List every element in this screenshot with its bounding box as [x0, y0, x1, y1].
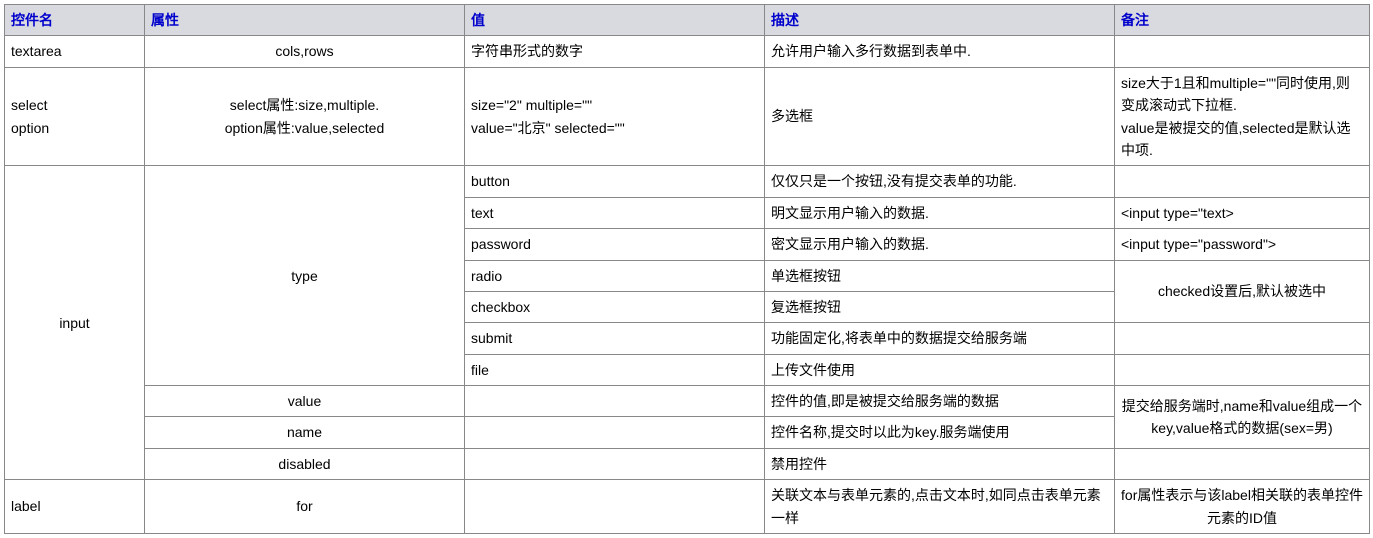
cell-desc: 控件的值,即是被提交给服务端的数据 — [765, 386, 1115, 417]
cell-desc: 明文显示用户输入的数据. — [765, 197, 1115, 228]
cell-note: 提交给服务端时,name和value组成一个key,value格式的数据(sex… — [1115, 386, 1370, 449]
table-row: select option select属性:size,multiple. op… — [5, 67, 1370, 166]
cell-value — [465, 448, 765, 479]
cell-note — [1115, 166, 1370, 197]
cell-attr: disabled — [145, 448, 465, 479]
cell-name: select option — [5, 67, 145, 166]
cell-value — [465, 480, 765, 534]
cell-attr: type — [145, 166, 465, 386]
cell-attr: value — [145, 386, 465, 417]
cell-note: checked设置后,默认被选中 — [1115, 260, 1370, 323]
cell-name: textarea — [5, 36, 145, 67]
table-row: disabled 禁用控件 — [5, 448, 1370, 479]
cell-note — [1115, 36, 1370, 67]
header-name: 控件名 — [5, 5, 145, 36]
cell-desc: 单选框按钮 — [765, 260, 1115, 291]
cell-value: button — [465, 166, 765, 197]
cell-value: password — [465, 229, 765, 260]
cell-desc: 密文显示用户输入的数据. — [765, 229, 1115, 260]
cell-note: size大于1且和multiple=""同时使用,则变成滚动式下拉框. valu… — [1115, 67, 1370, 166]
header-desc: 描述 — [765, 5, 1115, 36]
cell-attr: for — [145, 480, 465, 534]
cell-note — [1115, 354, 1370, 385]
cell-desc: 禁用控件 — [765, 448, 1115, 479]
cell-name: input — [5, 166, 145, 480]
cell-desc: 仅仅只是一个按钮,没有提交表单的功能. — [765, 166, 1115, 197]
cell-value: size="2" multiple="" value="北京" selected… — [465, 67, 765, 166]
cell-value: 字符串形式的数字 — [465, 36, 765, 67]
cell-desc: 关联文本与表单元素的,点击文本时,如同点击表单元素一样 — [765, 480, 1115, 534]
table-row: value 控件的值,即是被提交给服务端的数据 提交给服务端时,name和val… — [5, 386, 1370, 417]
cell-value: radio — [465, 260, 765, 291]
cell-desc: 允许用户输入多行数据到表单中. — [765, 36, 1115, 67]
header-value: 值 — [465, 5, 765, 36]
header-attr: 属性 — [145, 5, 465, 36]
value-line: value="北京" selected="" — [471, 117, 758, 139]
cell-desc: 上传文件使用 — [765, 354, 1115, 385]
cell-desc: 多选框 — [765, 67, 1115, 166]
cell-desc: 复选框按钮 — [765, 291, 1115, 322]
cell-desc: 控件名称,提交时以此为key.服务端使用 — [765, 417, 1115, 448]
cell-value: text — [465, 197, 765, 228]
cell-note — [1115, 323, 1370, 354]
cell-value: file — [465, 354, 765, 385]
cell-value: submit — [465, 323, 765, 354]
table-header-row: 控件名 属性 值 描述 备注 — [5, 5, 1370, 36]
cell-value — [465, 417, 765, 448]
html-controls-table: 控件名 属性 值 描述 备注 textarea cols,rows 字符串形式的… — [4, 4, 1370, 534]
table-row: label for 关联文本与表单元素的,点击文本时,如同点击表单元素一样 fo… — [5, 480, 1370, 534]
cell-note — [1115, 448, 1370, 479]
cell-attr: name — [145, 417, 465, 448]
table-row: input type button 仅仅只是一个按钮,没有提交表单的功能. — [5, 166, 1370, 197]
cell-note: <input type="text> — [1115, 197, 1370, 228]
header-note: 备注 — [1115, 5, 1370, 36]
cell-value — [465, 386, 765, 417]
value-line: size="2" multiple="" — [471, 94, 758, 116]
attr-line: option属性:value,selected — [151, 117, 458, 139]
attr-line: select属性:size,multiple. — [151, 94, 458, 116]
cell-value: checkbox — [465, 291, 765, 322]
cell-note: for属性表示与该label相关联的表单控件元素的ID值 — [1115, 480, 1370, 534]
cell-name: label — [5, 480, 145, 534]
cell-attr: select属性:size,multiple. option属性:value,s… — [145, 67, 465, 166]
cell-desc: 功能固定化,将表单中的数据提交给服务端 — [765, 323, 1115, 354]
table-row: textarea cols,rows 字符串形式的数字 允许用户输入多行数据到表… — [5, 36, 1370, 67]
cell-attr: cols,rows — [145, 36, 465, 67]
cell-note: <input type="password"> — [1115, 229, 1370, 260]
